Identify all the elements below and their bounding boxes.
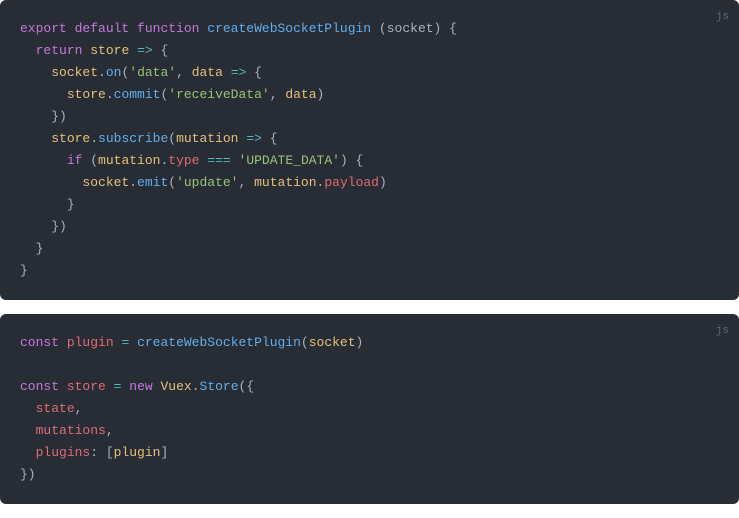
code-block-2: js const plugin = createWebSocketPlugin(… (0, 314, 739, 504)
language-badge: js (716, 320, 729, 342)
code-block-1: js export default function createWebSock… (0, 0, 739, 300)
code-content-2: const plugin = createWebSocketPlugin(soc… (20, 332, 739, 486)
language-badge: js (716, 6, 729, 28)
code-content-1: export default function createWebSocketP… (20, 18, 739, 282)
